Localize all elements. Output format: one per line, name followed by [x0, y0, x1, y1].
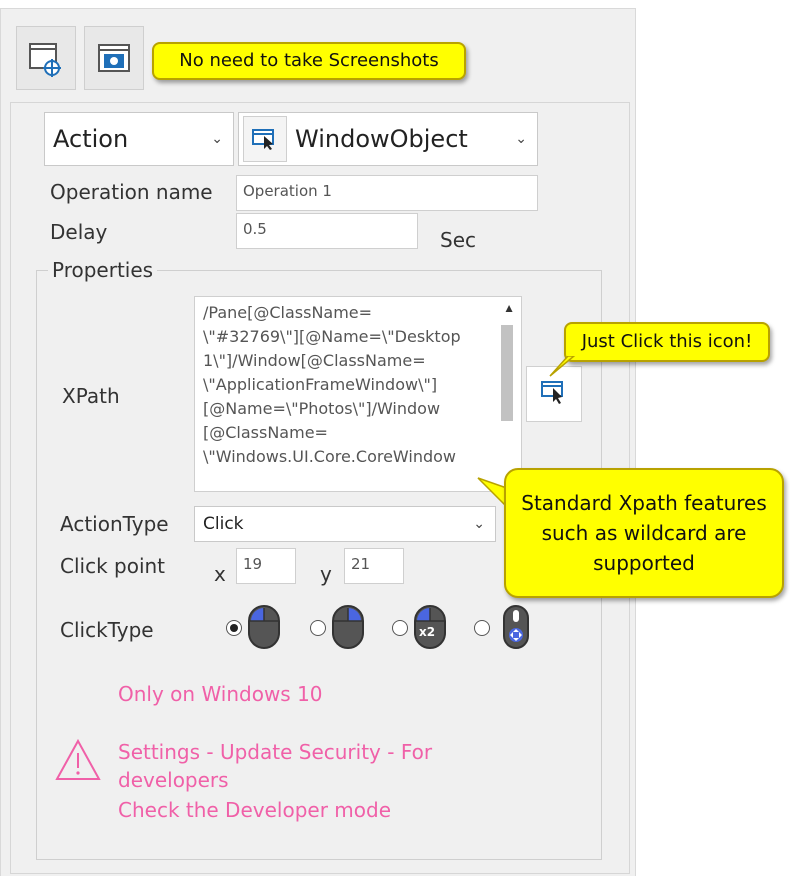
xpath-line: 1\"]/Window[@ClassName= [203, 351, 426, 370]
double-click-badge: x2 [419, 625, 436, 639]
xpath-text: /Pane[@ClassName= \"#32769\"][@Name=\"Des… [203, 301, 493, 489]
click-icon-callout-pointer [549, 356, 576, 377]
chevron-down-icon: ⌄ [211, 131, 223, 147]
action-type-value: Click [203, 514, 244, 534]
xpath-line: \"Windows.UI.Core.CoreWindow [203, 447, 457, 466]
xpath-textarea[interactable]: /Pane[@ClassName= \"#32769\"][@Name=\"Des… [194, 296, 522, 492]
right-click-radio[interactable] [310, 620, 326, 636]
screenshot-button[interactable] [84, 26, 144, 90]
action-type-label: ActionType [60, 512, 169, 536]
xpath-callout-line1: Standard Xpath features [521, 491, 767, 515]
action-type-dropdown[interactable]: Click ⌄ [194, 506, 496, 542]
xpath-line: [@ClassName= [203, 423, 328, 442]
right-click-mouse-icon [330, 604, 366, 655]
window-pointer-icon [243, 116, 287, 162]
screenshot-callout: No need to take Screenshots [152, 42, 466, 80]
x-label: x [214, 562, 226, 586]
click-point-label: Click point [60, 554, 166, 578]
xpath-callout: Standard Xpath features such as wildcard… [504, 468, 784, 598]
scrollbar-thumb[interactable] [501, 325, 513, 421]
xpath-label: XPath [62, 384, 120, 408]
scroll-up-icon[interactable]: ▲ [503, 301, 515, 315]
object-dropdown[interactable]: WindowObject ⌄ [238, 112, 538, 166]
window-pointer-icon [540, 379, 568, 410]
chevron-down-icon: ⌄ [473, 516, 485, 532]
click-x-input[interactable]: 19 [236, 548, 296, 584]
double-click-radio[interactable] [392, 620, 408, 636]
xpath-callout-line2: such as wildcard are [541, 521, 747, 545]
double-click-mouse-icon: x2 [412, 604, 448, 650]
chevron-down-icon: ⌄ [515, 131, 527, 147]
y-label: y [320, 562, 332, 586]
click-type-label: ClickType [60, 618, 154, 642]
click-icon-callout-text: Just Click this icon! [581, 331, 753, 352]
xpath-line: [@Name=\"Photos\"]/Window [203, 399, 441, 418]
middle-click-mouse-icon [496, 604, 532, 655]
operation-name-label: Operation name [50, 180, 213, 204]
delay-unit-label: Sec [440, 228, 476, 252]
window-capture-button[interactable] [16, 26, 76, 90]
warning-line-1: Settings - Update Security - For [118, 740, 433, 764]
windows-only-note: Only on Windows 10 [118, 682, 323, 706]
delay-input[interactable]: 0.5 [236, 213, 418, 249]
click-y-input[interactable]: 21 [344, 548, 404, 584]
window-target-icon [26, 38, 66, 78]
warning-line-2: developers [118, 768, 229, 792]
xpath-callout-line3: supported [593, 551, 695, 575]
action-dropdown[interactable]: Action ⌄ [44, 112, 234, 166]
action-dropdown-value: Action [53, 125, 129, 153]
screenshot-callout-text: No need to take Screenshots [179, 50, 439, 71]
object-dropdown-value: WindowObject [295, 125, 468, 153]
warning-line-3: Check the Developer mode [118, 798, 391, 822]
xpath-line: \"#32769\"][@Name=\"Desktop [203, 327, 461, 346]
xpath-scrollbar[interactable]: ▲ ▼ [497, 299, 519, 489]
click-icon-callout: Just Click this icon! [564, 322, 770, 362]
camera-icon [94, 38, 134, 78]
xpath-line: \"ApplicationFrameWindow\"] [203, 375, 438, 394]
properties-legend: Properties [48, 258, 158, 282]
delay-label: Delay [50, 220, 108, 244]
left-click-mouse-icon [246, 604, 282, 655]
operation-name-input[interactable]: Operation 1 [236, 175, 538, 211]
middle-click-radio[interactable] [474, 620, 490, 636]
warning-triangle-icon [54, 738, 102, 787]
left-click-radio[interactable] [226, 620, 242, 636]
xpath-line: /Pane[@ClassName= [203, 303, 373, 322]
